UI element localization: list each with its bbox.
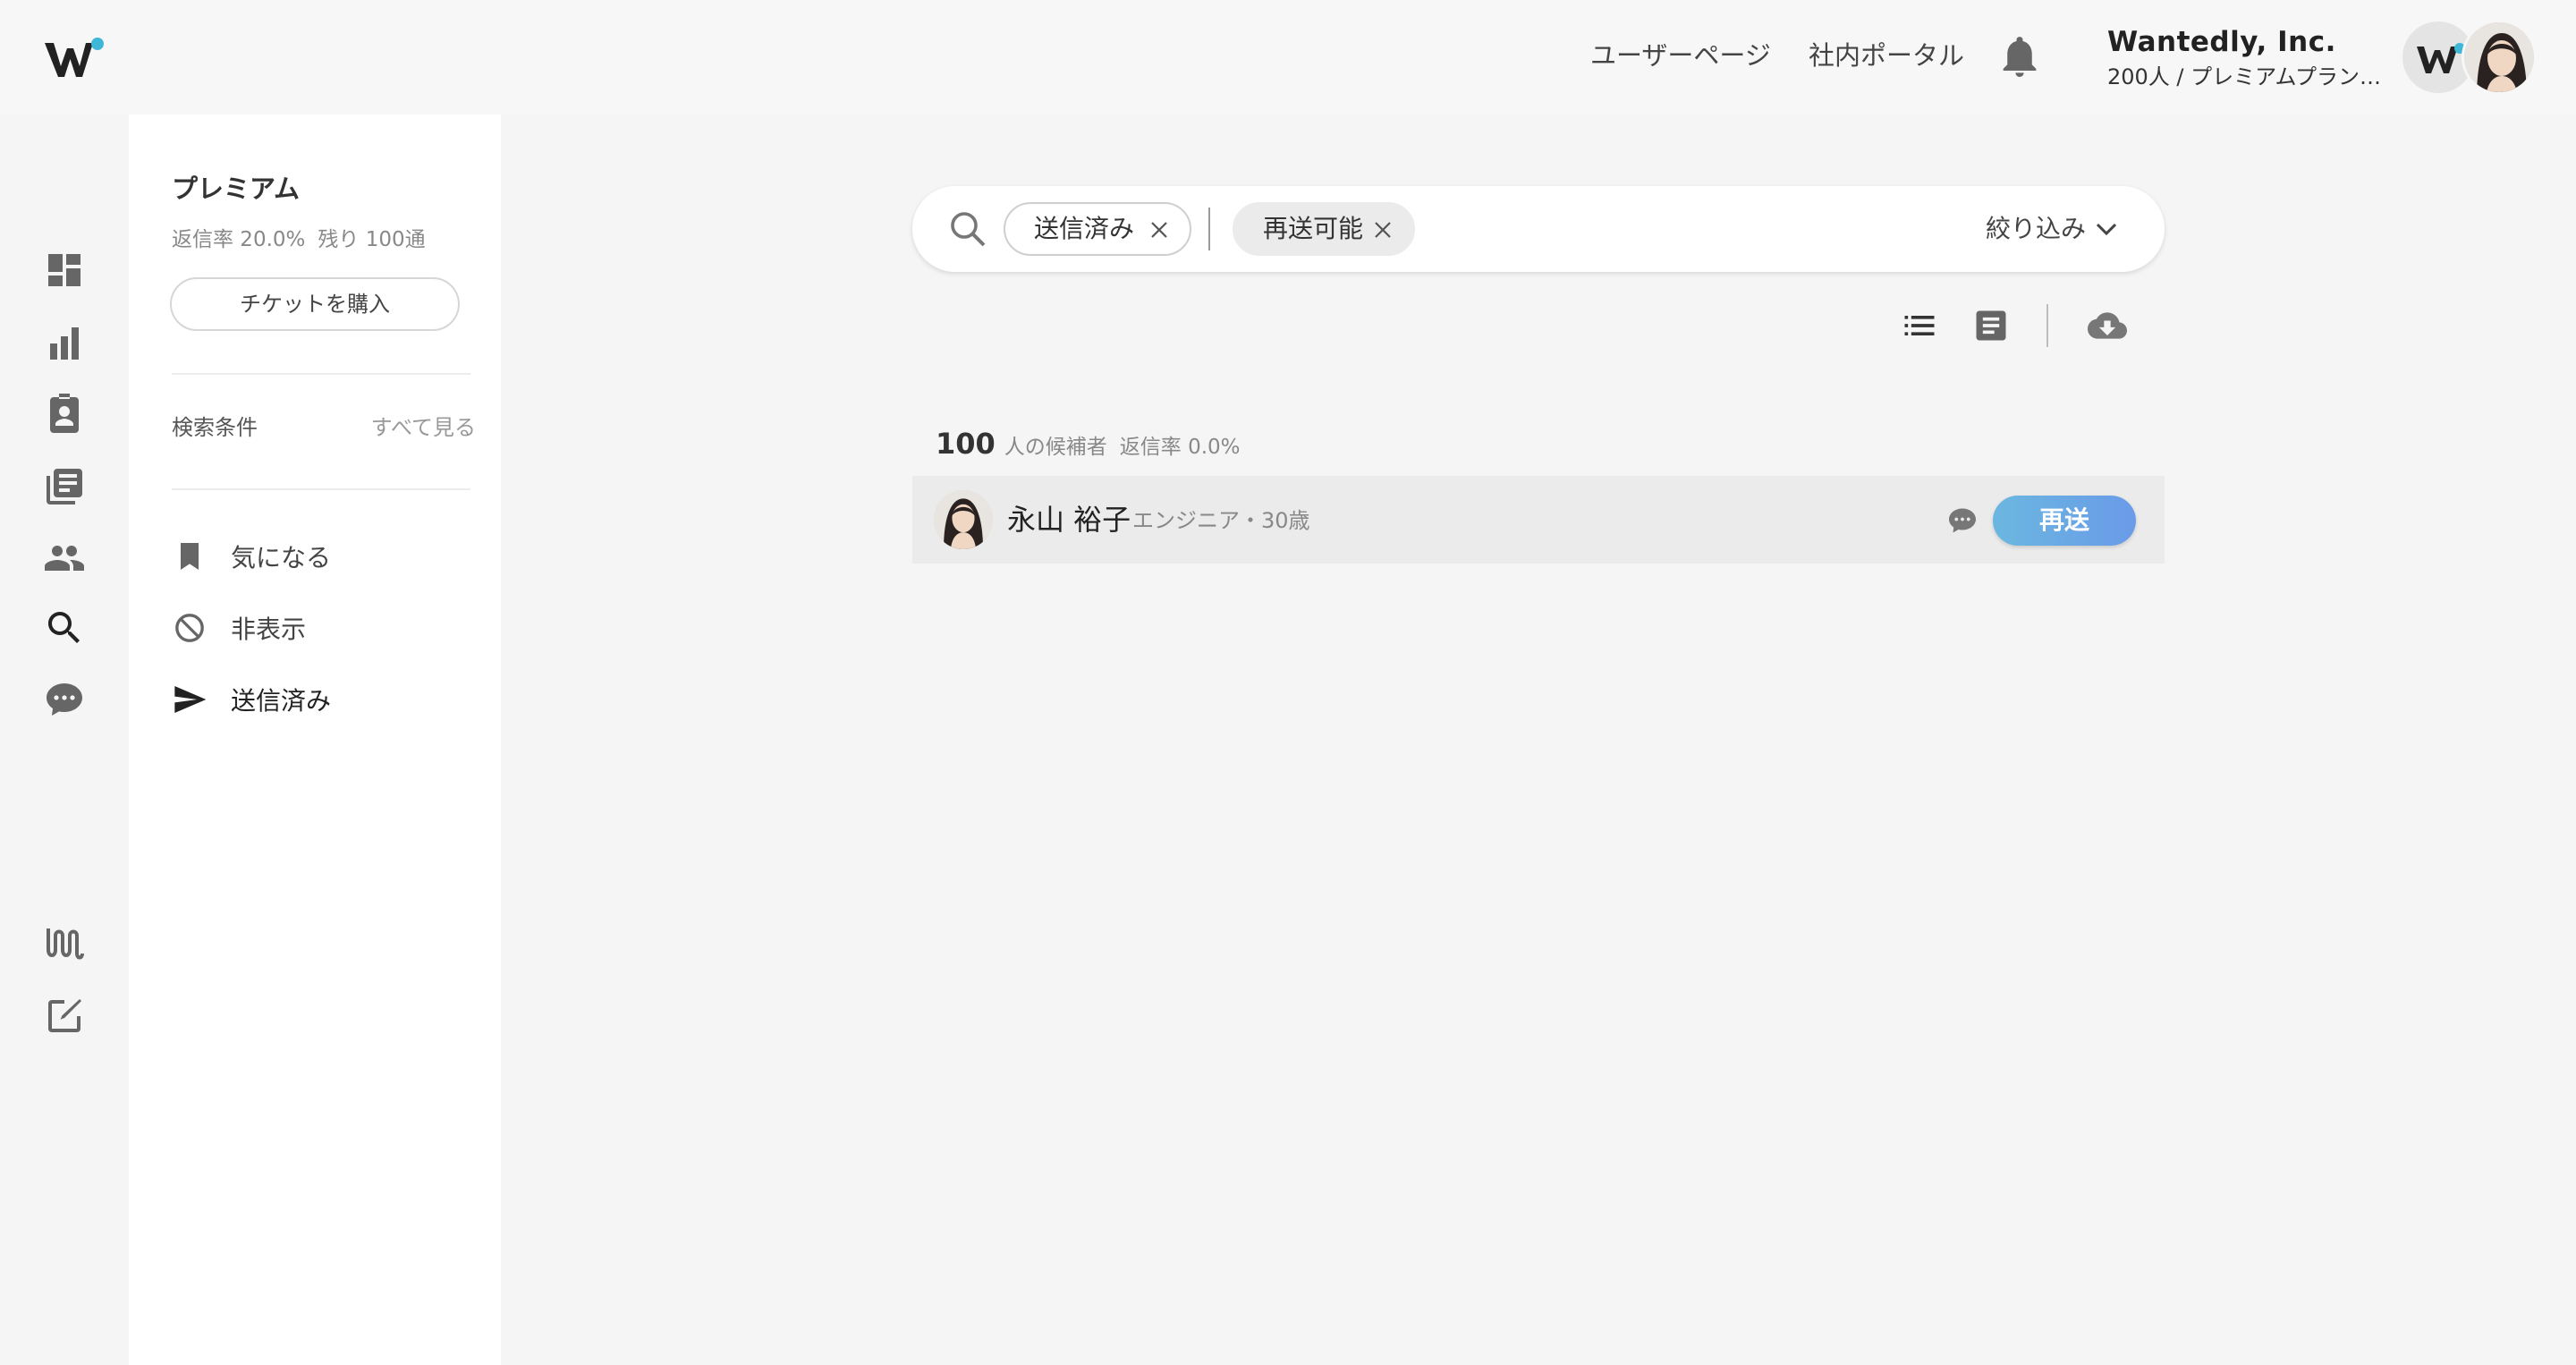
plan-title: プレミアム [172,174,300,204]
bar-chart-icon[interactable] [43,322,86,365]
panel-remaining: 残り 100通 [318,228,426,251]
company-name: Wantedly, Inc. [2107,26,2336,58]
candidate-meta: エンジニア・30歳 [1132,508,1310,533]
search-bar[interactable]: 送信済み 再送可能 絞り込み [912,186,2165,272]
menu-item-sent[interactable]: 送信済み [172,682,467,721]
panel-reply-rate: 返信率 20.0% [172,228,306,251]
search-icon[interactable] [43,606,86,649]
hidden-icon [175,614,204,642]
person-photo [2464,22,2534,92]
icon-rail [0,114,129,1365]
chevron-down-icon [2096,223,2117,236]
buy-ticket-button[interactable]: チケットを購入 [170,277,460,331]
search-icon[interactable] [946,208,989,250]
company-plan: 200人 / プレミアムプラン ... [2107,64,2385,89]
menu-item-label: 送信済み [231,686,332,716]
chip-separator [1208,208,1210,250]
chat-bubble-icon[interactable] [43,678,86,721]
chip-label: 送信済み [1034,214,1135,243]
resend-button[interactable]: 再送 [1993,496,2136,546]
close-icon[interactable] [1372,219,1394,241]
menu-item-label: 気になる [231,543,332,572]
menu-item-bookmarked[interactable]: 気になる [172,538,467,578]
edit-icon[interactable] [43,995,86,1038]
person-photo [934,490,993,549]
results-reply-rate: 返信率 0.0% [1119,436,1241,459]
see-all-link[interactable]: すべて見る [369,410,476,441]
cloud-download-icon[interactable] [2088,306,2127,345]
wantedly-logo[interactable] [43,36,106,82]
refine-label: 絞り込み [1985,214,2086,243]
account-avatars[interactable] [2402,20,2537,95]
candidate-name[interactable]: 永山 裕子 [1007,499,1131,540]
document-list-icon[interactable] [43,465,86,508]
plan-stats: 返信率 20.0% 残り 100通 [172,222,438,252]
list-view-icon[interactable] [1900,306,1939,345]
candidate-count-label: 人の候補者 [1004,436,1107,459]
refine-dropdown[interactable]: 絞り込み [1986,209,2118,249]
bell-icon[interactable] [2000,36,2039,79]
chip-label: 再送可能 [1263,214,1364,243]
company-info[interactable]: Wantedly, Inc. 200人 / プレミアムプラン ... [2107,23,2394,93]
filter-chip-resendable[interactable]: 再送可能 [1233,202,1415,256]
avatar[interactable] [934,490,993,549]
send-icon [174,686,207,713]
bookmark-icon [181,543,199,570]
panel-divider [172,488,470,490]
toolbar-separator [2046,304,2048,347]
dashboard-icon[interactable] [43,249,86,292]
document-view-icon[interactable] [1971,306,2011,345]
top-header: ユーザーページ 社内ポータル Wantedly, Inc. 200人 / プレミ… [0,0,2576,114]
search-conditions-label: 検索条件 [172,415,258,440]
contact-card-icon[interactable] [43,394,86,437]
menu-item-label: 非表示 [231,615,307,644]
user-page-link[interactable]: ユーザーページ [1590,36,1771,75]
people-icon[interactable] [43,537,86,580]
close-icon[interactable] [1148,219,1170,241]
chat-bubble-icon[interactable] [1946,504,1979,537]
panel-divider [172,373,470,375]
user-avatar [2462,20,2537,95]
candidate-count: 100 [936,427,996,461]
results-summary: 100 人の候補者 返信率 0.0% [936,424,1241,469]
table-row[interactable]: 永山 裕子 エンジニア・30歳 再送 [912,476,2165,564]
menu-item-hidden[interactable]: 非表示 [172,610,467,649]
filter-chip-sent[interactable]: 送信済み [1004,202,1191,256]
wantedly-story-icon[interactable] [43,921,86,964]
sidebar-panel: プレミアム 返信率 20.0% 残り 100通 チケットを購入 検索条件 すべて見… [129,114,501,1365]
company-portal-link[interactable]: 社内ポータル [1809,36,1964,75]
